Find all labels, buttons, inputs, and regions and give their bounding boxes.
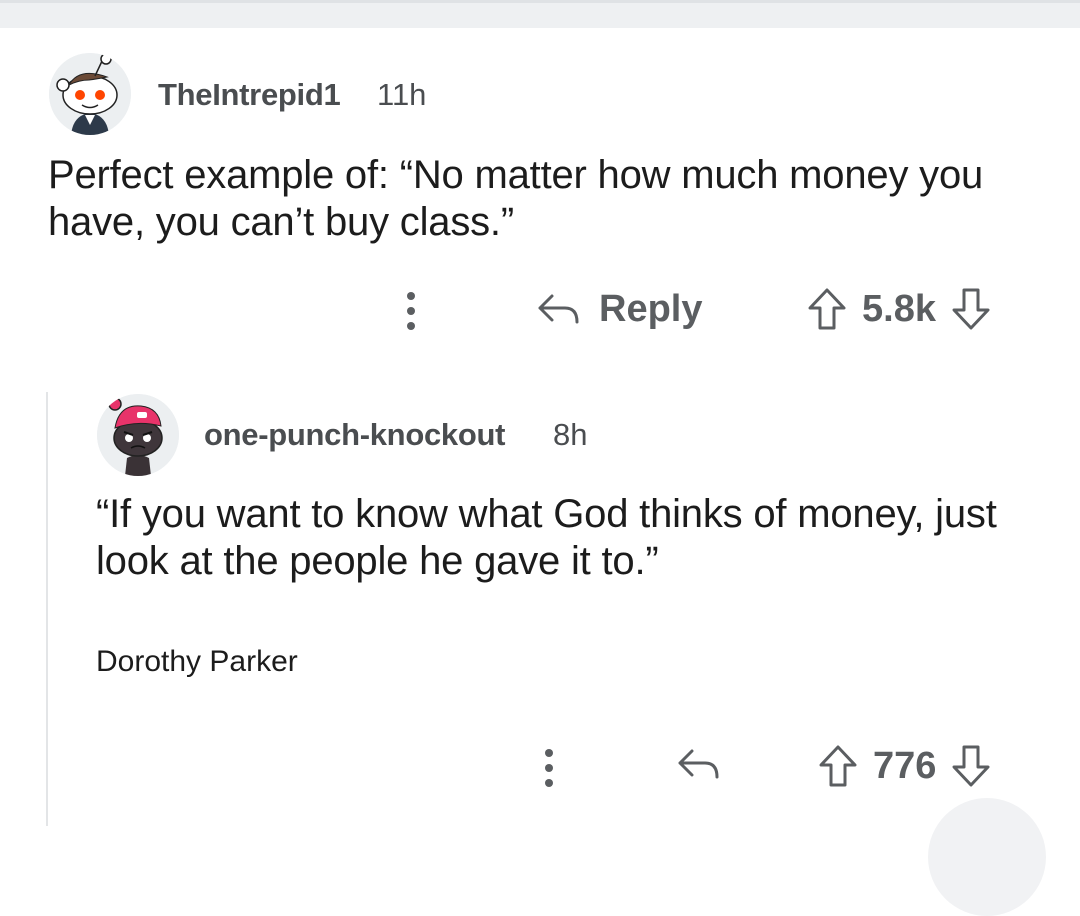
comment-author[interactable]: TheIntrepid1: [158, 77, 341, 113]
avatar[interactable]: [97, 394, 179, 476]
comment-author[interactable]: one-punch-knockout: [204, 417, 505, 453]
comment-timestamp: 11h: [377, 77, 427, 112]
downvote-icon[interactable]: [950, 743, 992, 789]
upvote-icon[interactable]: [806, 286, 848, 332]
more-options-icon: [407, 307, 415, 315]
avatar[interactable]: [49, 53, 131, 135]
more-options-icon: [545, 779, 553, 787]
more-options-button[interactable]: [405, 292, 417, 330]
reply-arrow-icon: [678, 749, 719, 779]
floating-action-button[interactable]: [928, 798, 1046, 916]
comment-signature: Dorothy Parker: [96, 645, 298, 678]
comment-body: “If you want to know what God thinks of …: [96, 492, 997, 583]
vote-controls: 776: [817, 743, 992, 789]
reply-label: Reply: [599, 288, 703, 330]
comment-timestamp: 8h: [553, 417, 588, 452]
score: 5.8k: [862, 287, 936, 330]
snoo-avatar-icon: [49, 53, 131, 135]
reply-button[interactable]: [675, 745, 721, 785]
more-options-icon: [545, 749, 553, 757]
score: 776: [873, 744, 937, 787]
reply-arrow-icon: [538, 294, 579, 323]
reply-button[interactable]: Reply: [535, 288, 702, 331]
more-options-icon: [407, 292, 415, 300]
comment-body: Perfect example of: “No matter how much …: [48, 153, 984, 244]
vote-controls: 5.8k: [806, 286, 992, 332]
more-options-button[interactable]: [543, 749, 555, 787]
more-options-icon: [407, 322, 415, 330]
top-divider-bar: [0, 0, 1080, 28]
downvote-icon[interactable]: [950, 286, 992, 332]
more-options-icon: [545, 764, 553, 772]
upvote-icon[interactable]: [817, 743, 859, 789]
snoo-avatar-icon: [97, 394, 179, 476]
thread-line[interactable]: [46, 392, 48, 826]
